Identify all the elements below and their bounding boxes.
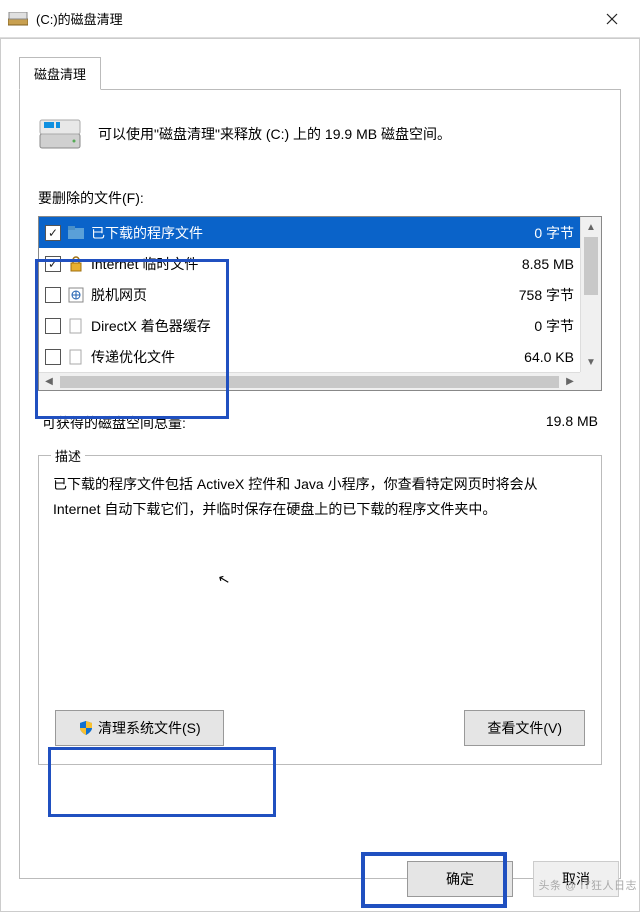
file-list: ✓ 已下载的程序文件 0 字节 ✓ Internet 临时文件 8.85 MB [38,216,602,391]
file-name: DirectX 着色器缓存 [91,316,488,336]
scroll-left-arrow[interactable]: ◀ [39,376,59,387]
file-size: 8.85 MB [494,256,574,272]
checkbox[interactable] [45,349,61,365]
ok-label: 确定 [446,869,474,889]
total-space-value: 19.8 MB [546,413,598,433]
shield-icon [78,720,94,736]
folder-icon [67,224,85,242]
checkbox[interactable]: ✓ [45,256,61,272]
blank-file-icon [67,348,85,366]
files-to-delete-label: 要删除的文件(F): [38,188,602,208]
file-name: Internet 临时文件 [91,254,488,274]
scroll-right-arrow[interactable]: ▶ [560,376,580,387]
description-legend: 描述 [51,446,85,465]
scroll-thumb[interactable] [60,376,559,388]
close-icon [606,13,618,25]
blank-file-icon [67,317,85,335]
view-files-label: 查看文件(V) [487,718,562,738]
intro-text: 可以使用"磁盘清理"来释放 (C:) 上的 19.9 MB 磁盘空间。 [98,123,451,145]
view-files-button[interactable]: 查看文件(V) [464,710,585,746]
drive-icon [38,116,82,152]
ok-button[interactable]: 确定 [407,861,513,897]
scroll-down-arrow[interactable]: ▼ [581,352,601,372]
scroll-thumb[interactable] [584,237,598,295]
file-row-delivery-opt[interactable]: 传递优化文件 64.0 KB [39,341,580,372]
close-button[interactable] [592,0,632,37]
file-size: 758 字节 [494,285,574,305]
description-text: 已下载的程序文件包括 ActiveX 控件和 Java 小程序，你查看特定网页时… [53,472,587,522]
clean-system-files-label: 清理系统文件(S) [98,718,201,738]
webpage-icon [67,286,85,304]
lock-icon [67,255,85,273]
vertical-scrollbar[interactable]: ▲ ▼ [580,217,601,372]
total-space-label: 可获得的磁盘空间总量: [42,413,186,433]
clean-system-files-button[interactable]: 清理系统文件(S) [55,710,224,746]
checkbox[interactable] [45,318,61,334]
horizontal-scrollbar[interactable]: ◀ ▶ [39,372,580,390]
file-row-directx-shader[interactable]: DirectX 着色器缓存 0 字节 [39,310,580,341]
file-name: 已下载的程序文件 [91,223,488,243]
titlebar: (C:)的磁盘清理 [0,0,640,38]
drive-cleanup-icon [8,12,28,26]
file-size: 64.0 KB [494,349,574,365]
file-size: 0 字节 [494,316,574,336]
watermark: 头条 @ IT狂人日志 [538,877,637,893]
checkbox[interactable]: ✓ [45,225,61,241]
file-row-downloaded-programs[interactable]: ✓ 已下载的程序文件 0 字节 [39,217,580,248]
file-size: 0 字节 [494,223,574,243]
description-group: 描述 已下载的程序文件包括 ActiveX 控件和 Java 小程序，你查看特定… [38,455,602,765]
tab-disk-cleanup[interactable]: 磁盘清理 [19,57,101,90]
window-title: (C:)的磁盘清理 [36,9,592,28]
file-row-internet-temp[interactable]: ✓ Internet 临时文件 8.85 MB [39,248,580,279]
file-name: 脱机网页 [91,285,488,305]
file-name: 传递优化文件 [91,347,488,367]
file-row-offline-pages[interactable]: 脱机网页 758 字节 [39,279,580,310]
checkbox[interactable] [45,287,61,303]
scrollbar-corner [580,372,601,390]
scroll-up-arrow[interactable]: ▲ [581,217,601,237]
